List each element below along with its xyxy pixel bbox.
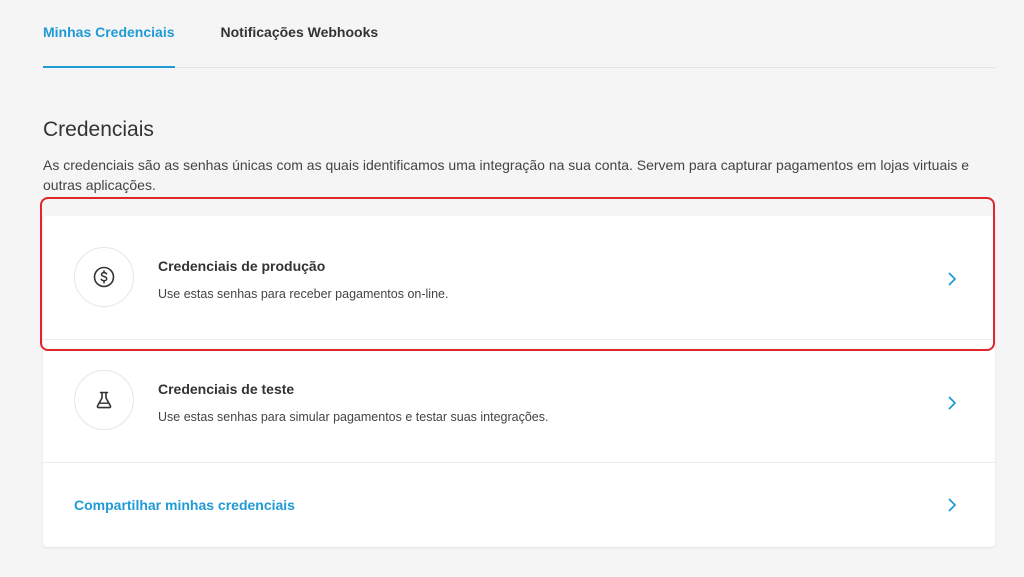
credentials-card: Credenciais de produção Use estas senhas… (43, 216, 995, 547)
test-credentials-row[interactable]: Credenciais de teste Use estas senhas pa… (43, 340, 995, 463)
flask-icon (74, 370, 134, 430)
chevron-right-icon[interactable] (945, 272, 959, 286)
chevron-right-icon[interactable] (945, 396, 959, 410)
tab-notificacoes-webhooks[interactable]: Notificações Webhooks (221, 0, 379, 67)
share-credentials-link[interactable]: Compartilhar minhas credenciais (74, 497, 295, 513)
test-credentials-subtitle: Use estas senhas para simular pagamentos… (158, 410, 549, 424)
credentials-page: Minhas Credenciais Notificações Webhooks… (0, 0, 1024, 577)
page-description: As credenciais são as senhas únicas com … (43, 157, 970, 193)
test-credentials-title: Credenciais de teste (158, 381, 295, 397)
share-credentials-row[interactable]: Compartilhar minhas credenciais (43, 463, 995, 547)
chevron-right-icon[interactable] (945, 498, 959, 512)
dollar-coin-icon (74, 247, 134, 307)
tab-bar: Minhas Credenciais Notificações Webhooks (43, 0, 995, 68)
production-credentials-row[interactable]: Credenciais de produção Use estas senhas… (43, 216, 995, 340)
tab-minhas-credenciais[interactable]: Minhas Credenciais (43, 0, 175, 68)
page-title: Credenciais (43, 118, 154, 141)
production-credentials-title: Credenciais de produção (158, 258, 326, 274)
production-credentials-subtitle: Use estas senhas para receber pagamentos… (158, 287, 449, 301)
